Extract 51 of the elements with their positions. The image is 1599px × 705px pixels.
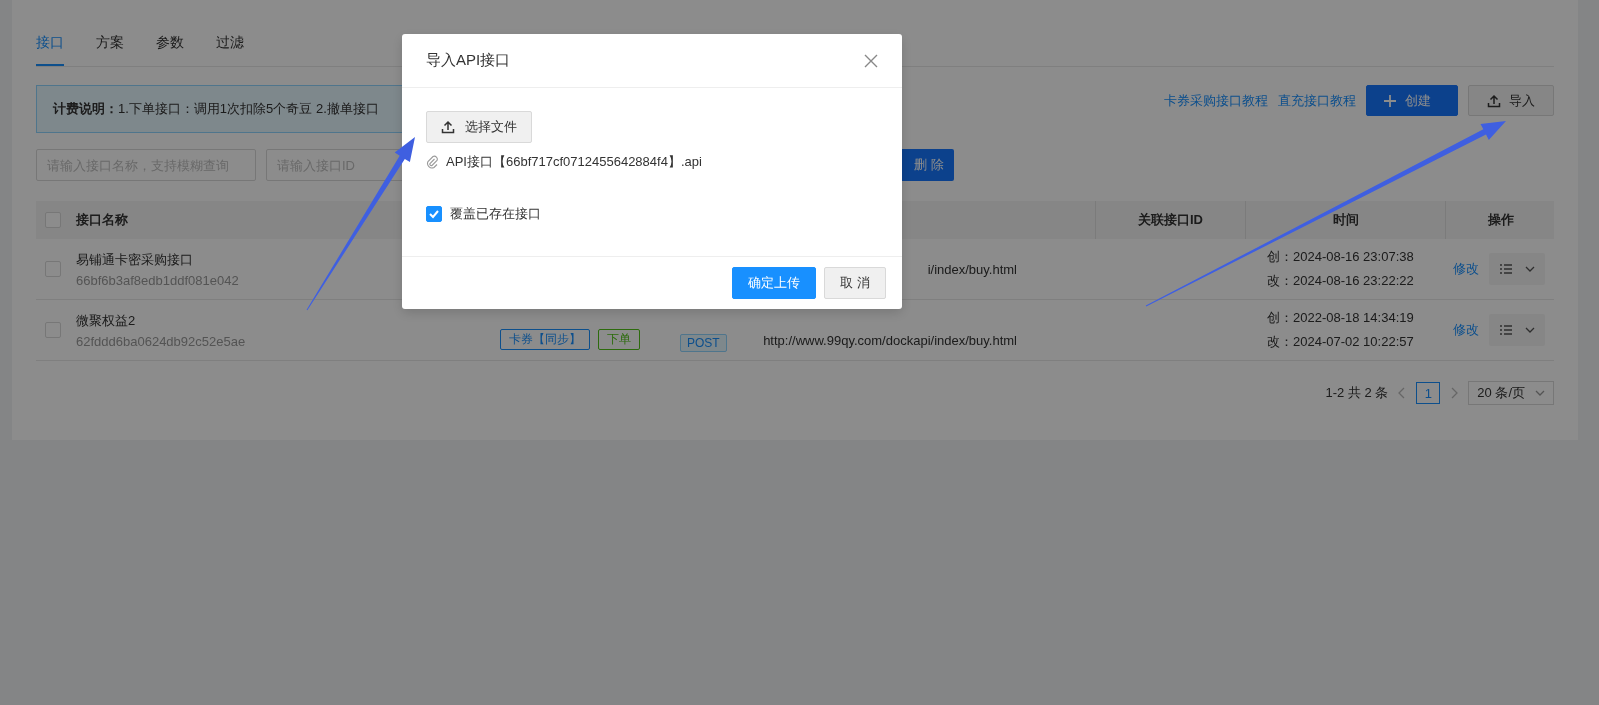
url-text: http://www.99qy.com/dockapi/index/buy.html (763, 333, 1017, 348)
tab[interactable]: 参数 (156, 24, 184, 66)
url-text: i/index/buy.html (927, 261, 1017, 277)
checkbox-label: 覆盖已存在接口 (450, 205, 541, 223)
column-header: 操作 (1487, 211, 1514, 229)
interface-name: 微聚权益2 (76, 311, 137, 330)
dialog-title: 导入API接口 (426, 51, 511, 70)
upload-icon (441, 120, 455, 134)
list-icon (1499, 263, 1513, 275)
page-button[interactable]: 1 (1416, 382, 1441, 404)
cancel-button[interactable]: 取 消 (824, 267, 886, 299)
tutorial-link[interactable]: 直充接口教程 (1278, 91, 1356, 110)
close-icon[interactable] (864, 53, 878, 68)
interface-name: 易铺通卡密采购接口 (76, 250, 194, 269)
checkbox[interactable] (426, 206, 442, 222)
tag: 卡券【同步】 (500, 329, 590, 350)
page-size-select[interactable]: 20 条/页 (1468, 381, 1554, 405)
caret-icon (1525, 327, 1535, 333)
upload-icon (1487, 93, 1501, 108)
tag: 下单 (598, 329, 640, 350)
interface-id: 66bf6b3af8edb1ddf081e042 (76, 272, 240, 288)
created-time: 创：2022-08-18 14:34:19 (1267, 309, 1415, 327)
prev-icon[interactable] (1398, 387, 1407, 399)
edit-link[interactable]: 修改 (1453, 260, 1479, 278)
more-dropdown[interactable] (1489, 253, 1545, 285)
tutorial-link[interactable]: 卡券采购接口教程 (1164, 91, 1268, 110)
modified-time: 改：2024-08-16 23:22:22 (1267, 272, 1415, 290)
tab[interactable]: 过滤 (216, 24, 244, 66)
pagination-summary: 1-2 共 2 条 (1325, 384, 1389, 402)
tab[interactable]: 方案 (96, 24, 124, 66)
create-button[interactable]: 创建 (1366, 85, 1458, 116)
created-time: 创：2024-08-16 23:07:38 (1267, 248, 1415, 266)
paperclip-icon (426, 155, 438, 169)
column-header: 接口名称 (76, 211, 128, 229)
import-button[interactable]: 导入 (1468, 85, 1554, 116)
plus-icon (1383, 93, 1397, 108)
edit-link[interactable]: 修改 (1453, 321, 1479, 339)
choose-file-button[interactable]: 选择文件 (426, 111, 532, 143)
next-icon[interactable] (1450, 387, 1459, 399)
column-header: 时间 (1332, 211, 1359, 229)
check-icon (428, 208, 440, 220)
list-icon (1499, 324, 1513, 336)
column-header: 关联接口ID (1138, 211, 1203, 229)
interface-id: 62fddd6ba0624db92c52e5ae (76, 333, 247, 349)
tab[interactable]: 接口 (36, 24, 64, 66)
caret-icon (1525, 266, 1535, 272)
modified-time: 改：2024-07-02 10:22:57 (1267, 333, 1415, 351)
more-dropdown[interactable] (1489, 314, 1545, 346)
caret-icon (1535, 390, 1545, 396)
confirm-upload-button[interactable]: 确定上传 (732, 267, 817, 299)
method-tag: POST (680, 334, 727, 352)
